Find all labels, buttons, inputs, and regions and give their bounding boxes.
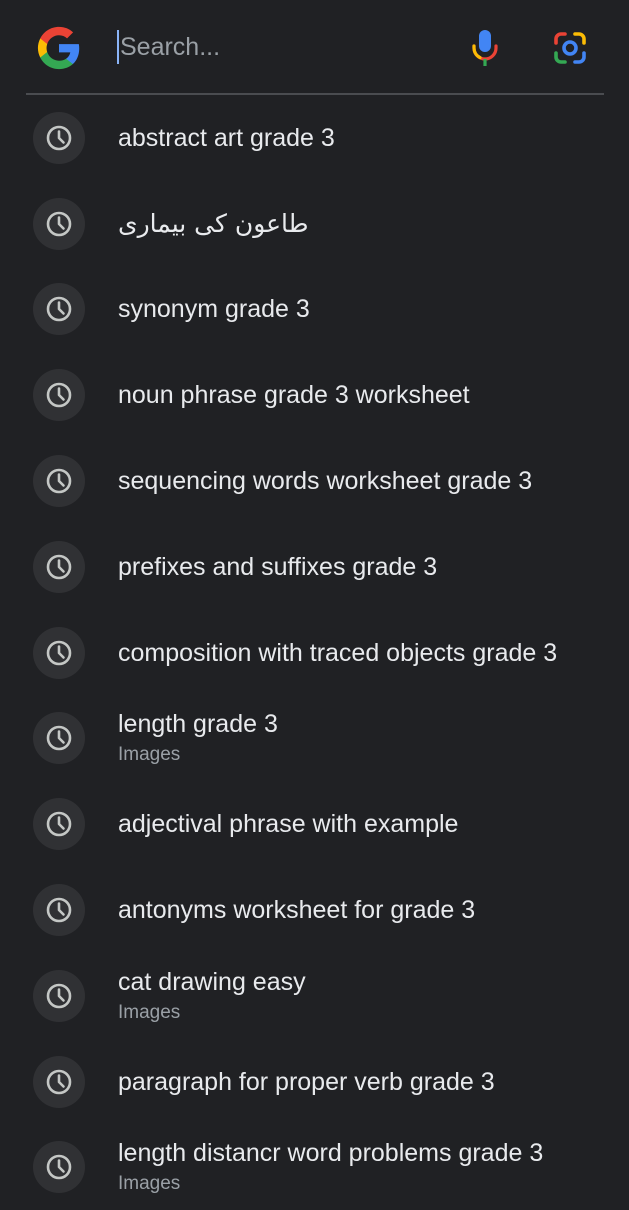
- history-item-text: prefixes and suffixes grade 3: [118, 552, 629, 582]
- history-item-label: paragraph for proper verb grade 3: [118, 1067, 495, 1096]
- clock-history-icon: [46, 640, 72, 665]
- history-item-text: abstract art grade 3: [118, 123, 629, 153]
- clock-history-icon: [46, 726, 72, 751]
- search-history-list: abstract art grade 3 طاعون کی بیماری syn…: [0, 95, 629, 1210]
- history-item[interactable]: length grade 3 Images: [0, 696, 629, 782]
- google-logo-icon[interactable]: [36, 25, 82, 71]
- clock-history-icon: [46, 554, 72, 580]
- history-icon-wrap: [33, 969, 85, 1022]
- history-item-text: adjectival phrase with example: [118, 809, 629, 839]
- history-icon-wrap: [33, 283, 85, 336]
- clock-history-icon: [46, 125, 72, 151]
- history-item-text: antonyms worksheet for grade 3: [118, 895, 629, 925]
- history-icon-wrap: [33, 197, 85, 250]
- history-item-label: antonyms worksheet for grade 3: [118, 896, 476, 925]
- search-bar: [0, 0, 629, 94]
- history-item-label: synonym grade 3: [118, 295, 310, 324]
- history-item-text: طاعون کی بیماری: [118, 209, 629, 239]
- history-item-label: noun phrase grade 3 worksheet: [118, 381, 470, 410]
- history-icon-wrap: [33, 540, 85, 593]
- history-item-label: adjectival phrase with example: [118, 810, 459, 839]
- history-item[interactable]: prefixes and suffixes grade 3: [0, 524, 629, 610]
- history-item-sublabel: Images: [118, 1173, 181, 1195]
- history-item-text: noun phrase grade 3 worksheet: [118, 380, 629, 410]
- history-item-label: طاعون کی بیماری: [118, 208, 309, 238]
- history-item[interactable]: synonym grade 3: [0, 267, 629, 353]
- text-caret: [117, 30, 119, 64]
- history-icon-wrap: [33, 798, 85, 851]
- clock-history-icon: [46, 468, 72, 494]
- history-item-text: cat drawing easy Images: [118, 967, 629, 1025]
- history-item-text: synonym grade 3: [118, 294, 629, 324]
- history-item[interactable]: adjectival phrase with example: [0, 781, 629, 867]
- microphone-icon[interactable]: [468, 26, 502, 68]
- google-lens-icon[interactable]: [552, 30, 588, 66]
- clock-history-icon: [46, 811, 72, 837]
- history-icon-wrap: [33, 1055, 85, 1108]
- history-item[interactable]: length distancr word problems grade 3 Im…: [0, 1125, 629, 1210]
- history-item-text: length distancr word problems grade 3 Im…: [118, 1138, 629, 1196]
- history-icon-wrap: [33, 455, 85, 508]
- history-item[interactable]: paragraph for proper verb grade 3: [0, 1039, 629, 1125]
- history-item[interactable]: طاعون کی بیماری: [0, 181, 629, 267]
- history-item[interactable]: antonyms worksheet for grade 3: [0, 867, 629, 953]
- search-input[interactable]: [120, 32, 420, 62]
- clock-history-icon: [46, 897, 72, 923]
- search-field[interactable]: [117, 26, 447, 68]
- history-item-label: composition with traced objects grade 3: [118, 638, 558, 667]
- history-item-label: sequencing words worksheet grade 3: [118, 467, 533, 496]
- history-item[interactable]: composition with traced objects grade 3: [0, 610, 629, 696]
- history-item-sublabel: Images: [118, 744, 181, 766]
- history-icon-wrap: [33, 712, 85, 765]
- history-item-text: composition with traced objects grade 3: [118, 638, 629, 668]
- history-item[interactable]: sequencing words worksheet grade 3: [0, 438, 629, 524]
- history-item[interactable]: abstract art grade 3: [0, 95, 629, 181]
- history-icon-wrap: [33, 1141, 85, 1194]
- history-icon-wrap: [33, 884, 85, 937]
- clock-history-icon: [46, 211, 72, 236]
- history-item-sublabel: Images: [118, 1001, 181, 1023]
- clock-history-icon: [46, 382, 72, 408]
- history-icon-wrap: [33, 111, 85, 164]
- history-item-label: length distancr word problems grade 3: [118, 1139, 544, 1168]
- clock-history-icon: [46, 1155, 72, 1180]
- history-item-label: cat drawing easy: [118, 967, 306, 996]
- history-item-label: prefixes and suffixes grade 3: [118, 552, 438, 581]
- history-item-label: length grade 3: [118, 710, 278, 739]
- history-item-text: length grade 3 Images: [118, 709, 629, 767]
- history-item-text: sequencing words worksheet grade 3: [118, 466, 629, 496]
- history-item[interactable]: noun phrase grade 3 worksheet: [0, 352, 629, 438]
- history-item[interactable]: cat drawing easy Images: [0, 953, 629, 1039]
- history-item-text: paragraph for proper verb grade 3: [118, 1067, 629, 1097]
- clock-history-icon: [46, 1069, 72, 1094]
- clock-history-icon: [46, 297, 72, 322]
- clock-history-icon: [46, 983, 72, 1009]
- history-icon-wrap: [33, 369, 85, 422]
- history-icon-wrap: [33, 626, 85, 679]
- history-item-label: abstract art grade 3: [118, 123, 335, 152]
